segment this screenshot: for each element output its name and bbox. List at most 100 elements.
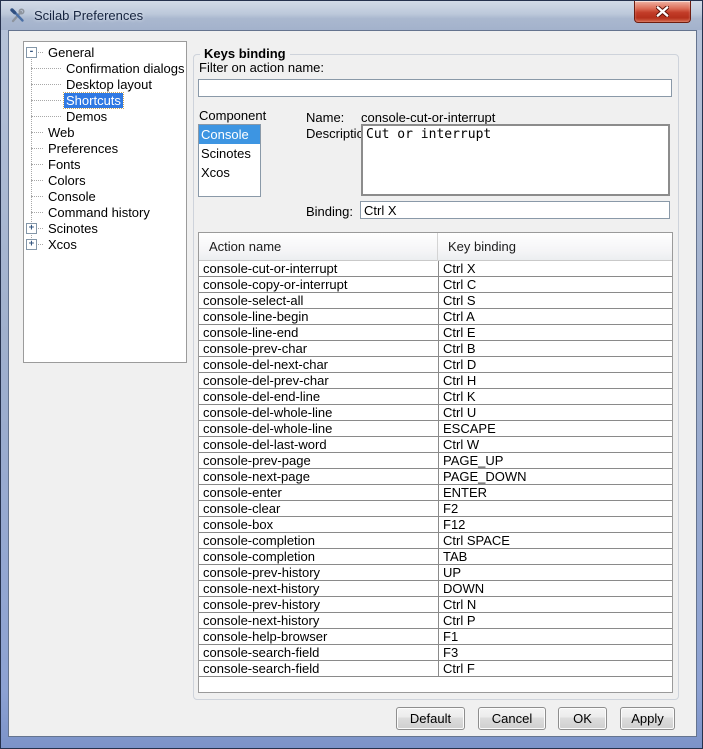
component-list: ConsoleScinotesXcos bbox=[198, 124, 261, 197]
tree-item-general[interactable]: -General bbox=[24, 44, 186, 60]
tree-connector-stub bbox=[31, 116, 61, 117]
key-binding-cell: Ctrl S bbox=[438, 293, 672, 308]
action-name-cell: console-cut-or-interrupt bbox=[199, 261, 438, 276]
collapse-icon[interactable]: - bbox=[26, 47, 37, 58]
component-label: Component bbox=[199, 108, 266, 123]
tree-item-preferences[interactable]: Preferences bbox=[24, 140, 186, 156]
table-row[interactable]: console-completionTAB bbox=[199, 549, 672, 565]
table-row[interactable]: console-clearF2 bbox=[199, 501, 672, 517]
tree-item-label: Desktop layout bbox=[64, 77, 154, 92]
table-row[interactable]: console-prev-historyCtrl N bbox=[199, 597, 672, 613]
group-title: Keys binding bbox=[200, 46, 290, 61]
key-binding-cell: ESCAPE bbox=[438, 421, 672, 436]
action-name-cell: console-completion bbox=[199, 533, 438, 548]
action-name-cell: console-prev-history bbox=[199, 565, 438, 580]
component-item-console[interactable]: Console bbox=[199, 125, 260, 144]
action-name-cell: console-select-all bbox=[199, 293, 438, 308]
titlebar[interactable]: Scilab Preferences bbox=[1, 1, 702, 30]
table-row[interactable]: console-next-pagePAGE_DOWN bbox=[199, 469, 672, 485]
action-name-cell: console-next-history bbox=[199, 581, 438, 596]
window-title: Scilab Preferences bbox=[34, 8, 143, 23]
table-row[interactable]: console-search-fieldCtrl F bbox=[199, 661, 672, 677]
table-row[interactable]: console-prev-charCtrl B bbox=[199, 341, 672, 357]
table-row[interactable]: console-del-end-lineCtrl K bbox=[199, 389, 672, 405]
table-row[interactable]: console-del-whole-lineESCAPE bbox=[199, 421, 672, 437]
key-binding-cell: Ctrl D bbox=[438, 357, 672, 372]
table-row[interactable]: console-cut-or-interruptCtrl X bbox=[199, 261, 672, 277]
tree-item-label: General bbox=[46, 45, 96, 60]
table-row[interactable]: console-del-next-charCtrl D bbox=[199, 357, 672, 373]
table-row[interactable]: console-del-whole-lineCtrl U bbox=[199, 405, 672, 421]
key-binding-cell: Ctrl N bbox=[438, 597, 672, 612]
binding-input[interactable] bbox=[360, 201, 670, 219]
table-header: Action name Key binding bbox=[199, 233, 672, 261]
table-row[interactable]: console-completionCtrl SPACE bbox=[199, 533, 672, 549]
tree-item-web[interactable]: Web bbox=[24, 124, 186, 140]
action-name-cell: console-prev-page bbox=[199, 453, 438, 468]
tree-item-confirmation-dialogs[interactable]: Confirmation dialogs bbox=[24, 60, 186, 76]
key-binding-cell: F3 bbox=[438, 645, 672, 660]
key-binding-cell: Ctrl B bbox=[438, 341, 672, 356]
expand-icon[interactable]: + bbox=[26, 239, 37, 250]
action-name-cell: console-del-prev-char bbox=[199, 373, 438, 388]
tree-item-desktop-layout[interactable]: Desktop layout bbox=[24, 76, 186, 92]
component-item-scinotes[interactable]: Scinotes bbox=[199, 144, 260, 163]
tree-item-command-history[interactable]: Command history bbox=[24, 204, 186, 220]
name-value: console-cut-or-interrupt bbox=[361, 110, 495, 125]
tree-item-shortcuts[interactable]: Shortcuts bbox=[24, 92, 186, 108]
key-binding-cell: ENTER bbox=[438, 485, 672, 500]
component-item-xcos[interactable]: Xcos bbox=[199, 163, 260, 182]
key-binding-cell: F1 bbox=[438, 629, 672, 644]
action-name-cell: console-clear bbox=[199, 501, 438, 516]
tree-item-demos[interactable]: Demos bbox=[24, 108, 186, 124]
key-binding-cell: PAGE_DOWN bbox=[438, 469, 672, 484]
tree-item-xcos[interactable]: +Xcos bbox=[24, 236, 186, 252]
scilab-preferences-window: Scilab Preferences -GeneralConfirmation … bbox=[0, 0, 703, 749]
table-row[interactable]: console-line-endCtrl E bbox=[199, 325, 672, 341]
table-header-binding[interactable]: Key binding bbox=[438, 233, 672, 261]
tree-connector-stub bbox=[31, 148, 43, 149]
table-row[interactable]: console-prev-historyUP bbox=[199, 565, 672, 581]
expand-icon[interactable]: + bbox=[26, 223, 37, 234]
tree-item-colors[interactable]: Colors bbox=[24, 172, 186, 188]
table-row[interactable]: console-line-beginCtrl A bbox=[199, 309, 672, 325]
table-row[interactable]: console-copy-or-interruptCtrl C bbox=[199, 277, 672, 293]
action-name-cell: console-del-end-line bbox=[199, 389, 438, 404]
tree-item-label: Console bbox=[46, 189, 98, 204]
action-name-cell: console-del-whole-line bbox=[199, 405, 438, 420]
table-row[interactable]: console-select-allCtrl S bbox=[199, 293, 672, 309]
keys-binding-group: Keys binding Filter on action name: Comp… bbox=[193, 54, 679, 700]
table-row[interactable]: console-next-historyCtrl P bbox=[199, 613, 672, 629]
description-textarea[interactable]: Cut or interrupt bbox=[361, 124, 670, 196]
table-row[interactable]: console-help-browserF1 bbox=[199, 629, 672, 645]
cancel-button[interactable]: Cancel bbox=[478, 707, 546, 730]
table-row[interactable]: console-prev-pagePAGE_UP bbox=[199, 453, 672, 469]
close-button[interactable] bbox=[634, 1, 691, 23]
table-row[interactable]: console-del-last-wordCtrl W bbox=[199, 437, 672, 453]
key-binding-cell: Ctrl P bbox=[438, 613, 672, 628]
apply-button[interactable]: Apply bbox=[620, 707, 675, 730]
name-label: Name: bbox=[306, 110, 344, 125]
ok-button[interactable]: OK bbox=[558, 707, 607, 730]
category-tree: -GeneralConfirmation dialogsDesktop layo… bbox=[23, 41, 187, 363]
key-binding-cell: Ctrl H bbox=[438, 373, 672, 388]
action-name-cell: console-prev-char bbox=[199, 341, 438, 356]
tree-item-console[interactable]: Console bbox=[24, 188, 186, 204]
tree-item-label: Confirmation dialogs bbox=[64, 61, 187, 76]
table-row[interactable]: console-boxF12 bbox=[199, 517, 672, 533]
table-row[interactable]: console-enterENTER bbox=[199, 485, 672, 501]
table-row[interactable]: console-search-fieldF3 bbox=[199, 645, 672, 661]
table-header-action[interactable]: Action name bbox=[199, 233, 438, 261]
table-row[interactable]: console-del-prev-charCtrl H bbox=[199, 373, 672, 389]
key-binding-cell: PAGE_UP bbox=[438, 453, 672, 468]
tree-item-scinotes[interactable]: +Scinotes bbox=[24, 220, 186, 236]
filter-label: Filter on action name: bbox=[199, 60, 324, 75]
filter-input[interactable] bbox=[198, 79, 672, 97]
action-name-cell: console-prev-history bbox=[199, 597, 438, 612]
tree-item-label: Demos bbox=[64, 109, 109, 124]
tree-item-fonts[interactable]: Fonts bbox=[24, 156, 186, 172]
action-name-cell: console-del-whole-line bbox=[199, 421, 438, 436]
default-button[interactable]: Default bbox=[396, 707, 465, 730]
key-binding-cell: Ctrl E bbox=[438, 325, 672, 340]
table-row[interactable]: console-next-historyDOWN bbox=[199, 581, 672, 597]
